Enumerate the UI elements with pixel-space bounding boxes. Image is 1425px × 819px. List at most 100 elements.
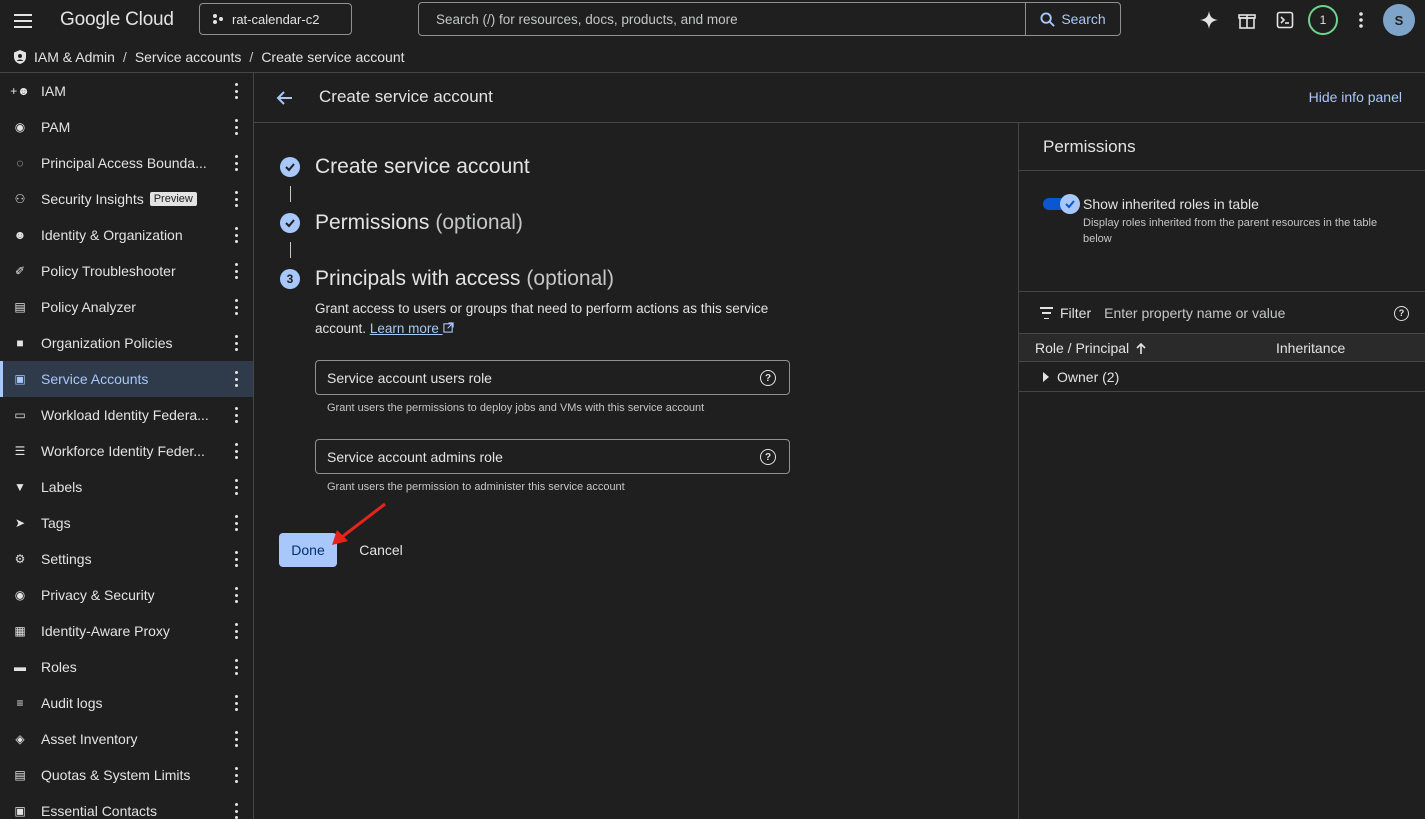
sidebar-item-audit-logs[interactable]: ≡ Audit logs xyxy=(0,685,253,721)
project-picker-button[interactable]: rat-calendar-c2 xyxy=(199,3,352,35)
sidebar-item-service-account[interactable]: ▣ Service Accounts xyxy=(0,361,253,397)
search-input[interactable]: Search (/) for resources, docs, products… xyxy=(419,12,1025,27)
more-vert-icon[interactable] xyxy=(230,587,242,603)
more-vert-icon[interactable] xyxy=(230,515,242,531)
more-vert-icon[interactable] xyxy=(230,155,242,171)
hide-info-panel-link[interactable]: Hide info panel xyxy=(1309,89,1402,105)
back-arrow-icon[interactable] xyxy=(274,87,296,109)
search-button[interactable]: Search xyxy=(1025,3,1120,35)
learn-more-link[interactable]: Learn more xyxy=(370,321,454,336)
roles-icon: ▬ xyxy=(14,660,26,674)
users-role-hint: Grant users the permissions to deploy jo… xyxy=(327,402,705,414)
insights-icon: ⚇ xyxy=(14,192,26,206)
gift-icon[interactable] xyxy=(1228,4,1266,36)
more-vert-icon[interactable] xyxy=(230,623,242,639)
more-vert-icon[interactable] xyxy=(230,695,242,711)
sidebar-item-proxy[interactable]: ▦ Identity-Aware Proxy xyxy=(0,613,253,649)
sidebar-item-list[interactable]: ☰ Workforce Identity Feder... xyxy=(0,433,253,469)
sidebar-item-privacy-shield[interactable]: ◉ Privacy & Security xyxy=(0,577,253,613)
notification-count: 1 xyxy=(1308,5,1338,35)
sidebar-item-shield[interactable]: ◉ PAM xyxy=(0,109,253,145)
toggle-description: Display roles inherited from the parent … xyxy=(1083,217,1378,245)
help-icon[interactable]: ? xyxy=(1394,305,1409,321)
more-vert-icon[interactable] xyxy=(230,371,242,387)
notifications-button[interactable]: 1 xyxy=(1304,4,1342,36)
more-vert-icon[interactable] xyxy=(230,659,242,675)
breadcrumb-service-accounts[interactable]: Service accounts xyxy=(135,49,242,65)
sidebar-item-account-circle[interactable]: ☻ Identity & Organization xyxy=(0,217,253,253)
step-3-optional: (optional) xyxy=(526,267,614,290)
add-person-icon: +☻ xyxy=(10,84,30,98)
step-connector xyxy=(290,186,291,202)
expand-triangle-icon xyxy=(1043,372,1049,382)
step-3-description: Grant access to users or groups that nee… xyxy=(315,299,815,339)
more-vert-icon[interactable] xyxy=(230,299,242,315)
sidebar-item-label: Quotas & System Limits xyxy=(41,767,191,783)
owner-row-label: Owner (2) xyxy=(1057,369,1120,385)
more-vert-icon[interactable] xyxy=(1342,4,1380,36)
users-role-field[interactable]: Service account users role ? xyxy=(315,360,790,395)
more-vert-icon[interactable] xyxy=(230,731,242,747)
account-button[interactable]: S xyxy=(1380,4,1418,36)
more-vert-icon[interactable] xyxy=(230,191,242,207)
sidebar-item-insights[interactable]: ⚇ Security Insights Preview xyxy=(0,181,253,217)
more-vert-icon[interactable] xyxy=(230,335,242,351)
more-vert-icon[interactable] xyxy=(230,767,242,783)
more-vert-icon[interactable] xyxy=(230,407,242,423)
more-vert-icon[interactable] xyxy=(230,119,242,135)
breadcrumb-separator: / xyxy=(122,49,127,65)
sidebar-item-id-card[interactable]: ▭ Workload Identity Federa... xyxy=(0,397,253,433)
brand-logo[interactable]: Google Cloud xyxy=(60,9,174,31)
gemini-sparkle-icon[interactable] xyxy=(1190,4,1228,36)
filter-input[interactable]: Enter property name or value xyxy=(1104,305,1394,321)
permissions-table-header: Role / Principal Inheritance xyxy=(1019,333,1425,362)
sidebar-item-settings[interactable]: ⚙ Settings xyxy=(0,541,253,577)
cloud-shell-icon[interactable] xyxy=(1266,4,1304,36)
table-row[interactable]: Owner (2) xyxy=(1019,362,1425,392)
more-vert-icon[interactable] xyxy=(230,443,242,459)
filter-bar[interactable]: Filter Enter property name or value ? xyxy=(1039,303,1409,323)
sidebar-item-tag[interactable]: ➤ Tags xyxy=(0,505,253,541)
sidebar-item-label: Essential Contacts xyxy=(41,803,157,819)
owner-row-expander[interactable]: Owner (2) xyxy=(1043,369,1119,385)
sidebar-item-analyzer[interactable]: ▤ Policy Analyzer xyxy=(0,289,253,325)
help-icon[interactable]: ? xyxy=(760,370,776,386)
admins-role-field[interactable]: Service account admins role ? xyxy=(315,439,790,474)
sidebar-item-quota[interactable]: ▤ Quotas & System Limits xyxy=(0,757,253,793)
step-1: Create service account xyxy=(280,155,530,179)
sidebar-item-label: Principal Access Bounda... xyxy=(41,155,207,171)
sidebar-item-boundary[interactable]: ◌ Principal Access Bounda... xyxy=(0,145,253,181)
more-vert-icon[interactable] xyxy=(230,479,242,495)
more-vert-icon[interactable] xyxy=(230,263,242,279)
sidebar-item-add-person[interactable]: +☻ IAM xyxy=(0,73,253,109)
sidebar-item-label: Roles xyxy=(41,659,77,675)
search-bar[interactable]: Search (/) for resources, docs, products… xyxy=(418,2,1121,36)
sidebar-item-label: Labels xyxy=(41,479,83,495)
more-vert-icon[interactable] xyxy=(230,551,242,567)
more-vert-icon[interactable] xyxy=(230,83,242,99)
preview-badge: Preview xyxy=(149,192,197,206)
sidebar-item-roles[interactable]: ▬ Roles xyxy=(0,649,253,685)
column-inheritance[interactable]: Inheritance xyxy=(1276,340,1345,356)
column-role-principal[interactable]: Role / Principal xyxy=(1035,340,1147,356)
sidebar-item-label: Policy Analyzer xyxy=(41,299,136,315)
sidebar-item-wrench[interactable]: ✐ Policy Troubleshooter xyxy=(0,253,253,289)
sidebar-item-label: Service Accounts xyxy=(41,371,149,387)
more-vert-icon[interactable] xyxy=(230,227,242,243)
sidebar-item-policy-doc[interactable]: ■ Organization Policies xyxy=(0,325,253,361)
sidebar-item-label: Privacy & Security xyxy=(41,587,155,603)
toggle-label: Show inherited roles in table xyxy=(1083,196,1259,212)
help-icon[interactable]: ? xyxy=(760,449,776,465)
column-role-label: Role / Principal xyxy=(1035,340,1130,356)
inherited-roles-toggle[interactable] xyxy=(1043,194,1080,214)
sidebar-item-label[interactable]: ▼ Labels xyxy=(0,469,253,505)
sidebar-item-asset[interactable]: ◈ Asset Inventory xyxy=(0,721,253,757)
more-vert-icon[interactable] xyxy=(230,803,242,819)
step-1-title[interactable]: Create service account xyxy=(315,155,530,179)
analyzer-icon: ▤ xyxy=(14,300,26,314)
sidebar-item-contacts[interactable]: ▣ Essential Contacts xyxy=(0,793,253,819)
step-2-title[interactable]: Permissions (optional) xyxy=(315,211,523,235)
tag-icon: ➤ xyxy=(14,516,26,530)
breadcrumb-iam-admin[interactable]: IAM & Admin xyxy=(34,49,115,65)
main-menu-icon[interactable] xyxy=(14,10,36,32)
